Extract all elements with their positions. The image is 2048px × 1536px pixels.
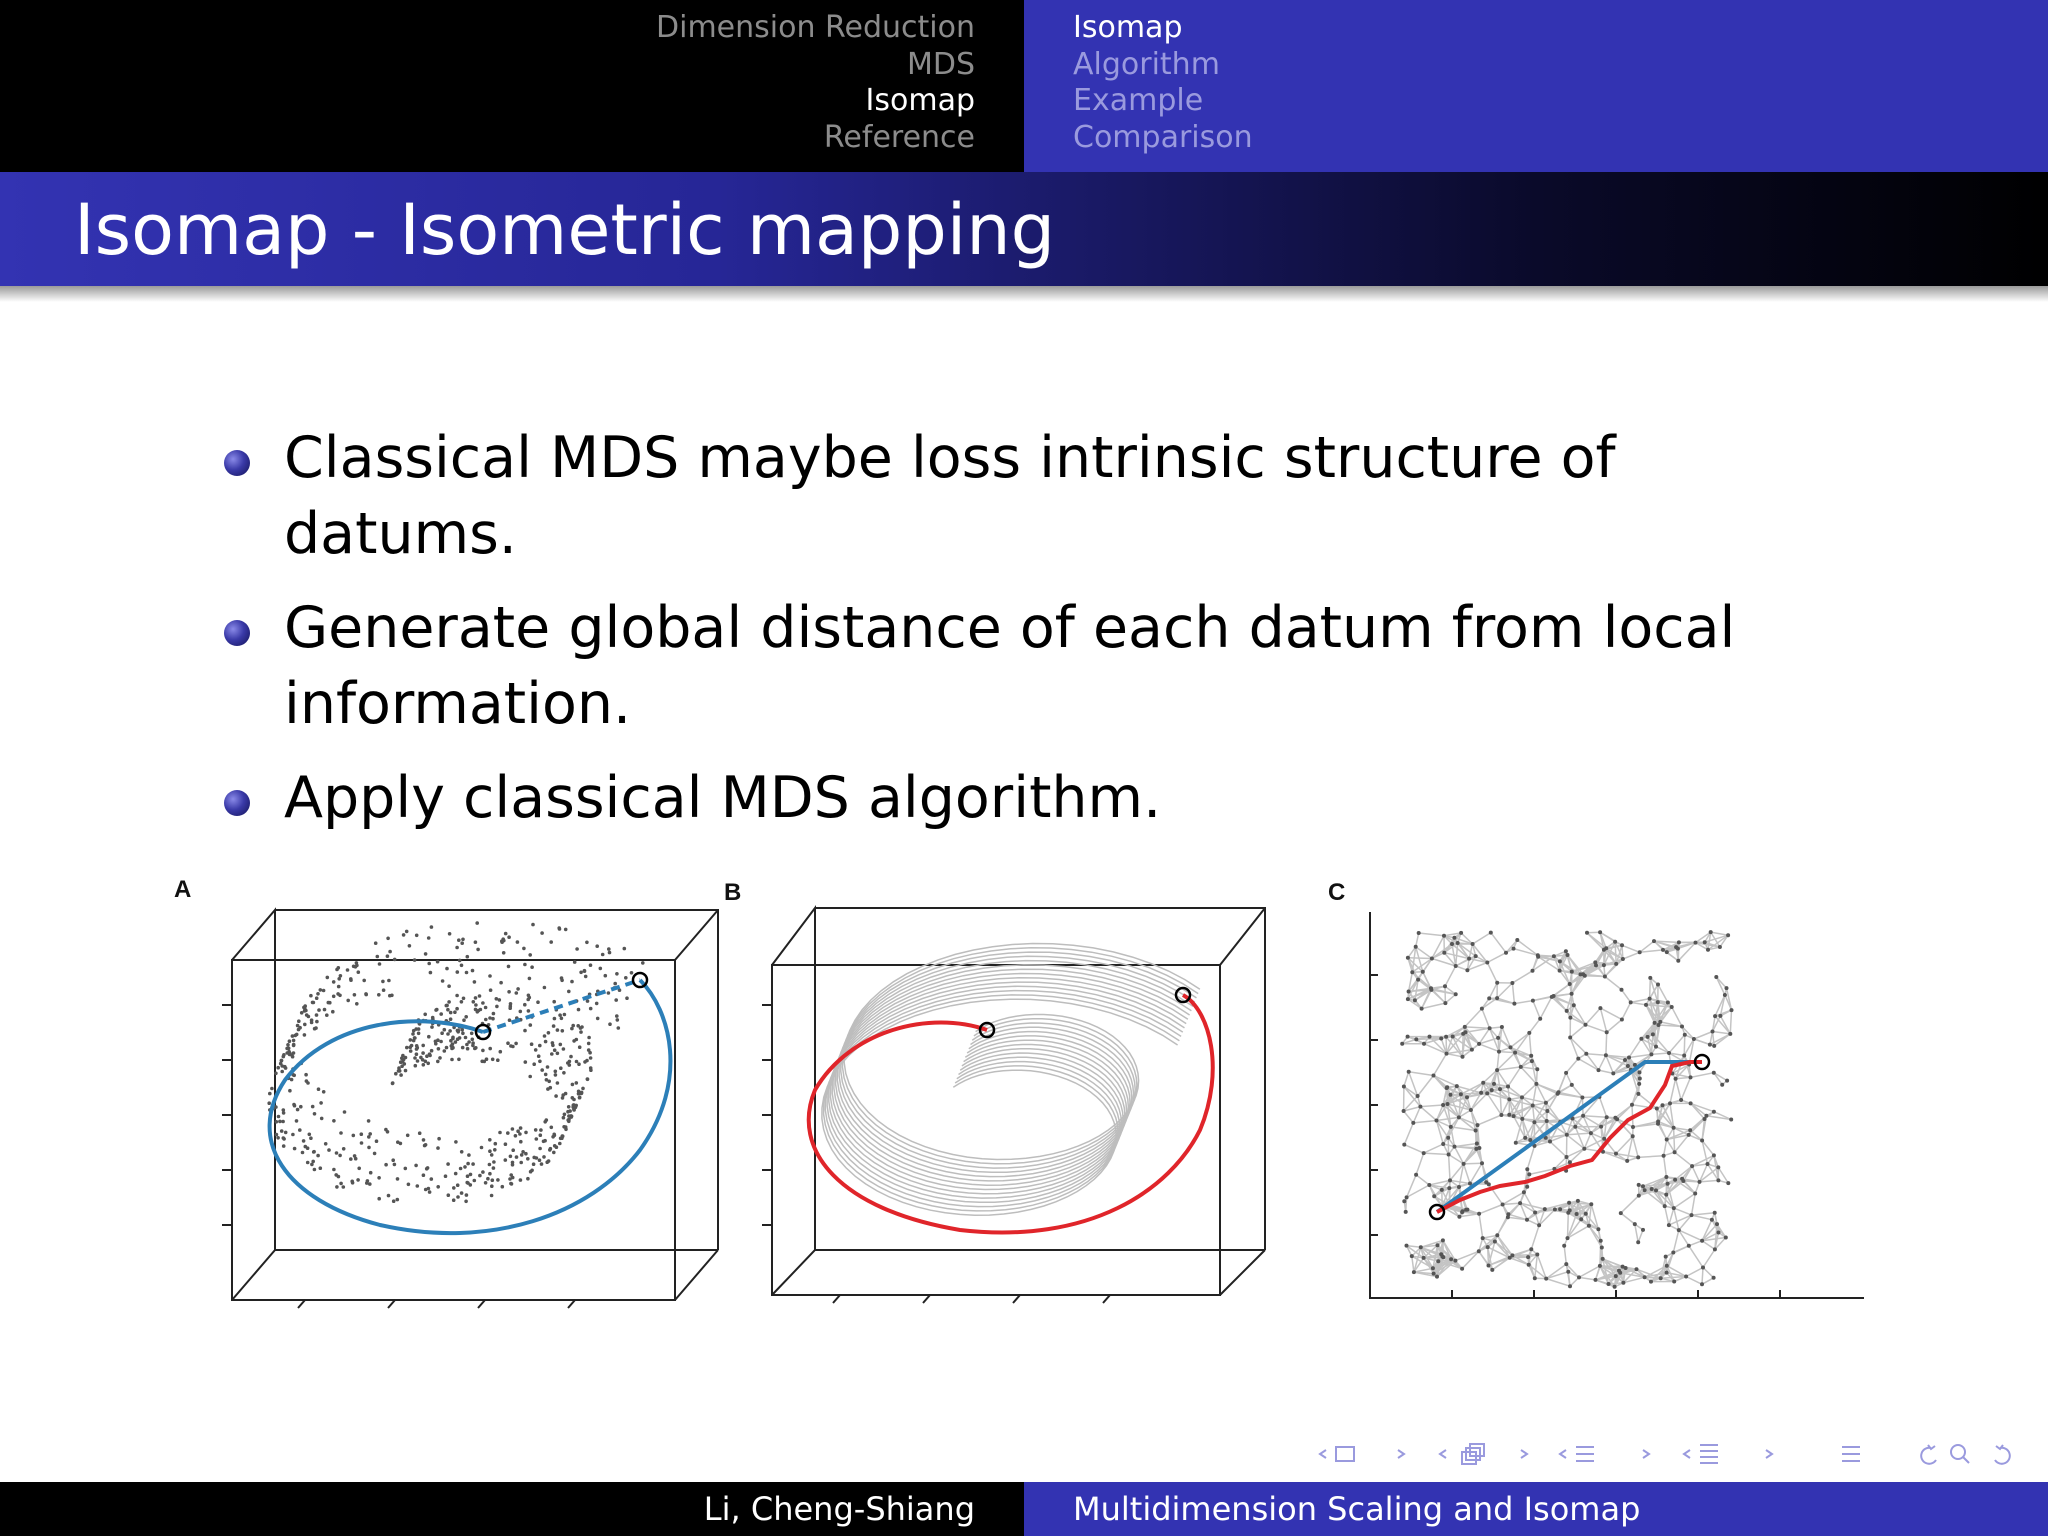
undo-icon[interactable] [1994, 1444, 2011, 1465]
section-icon[interactable] [1700, 1444, 1718, 1464]
section-icon[interactable] [1576, 1446, 1594, 1462]
undo-icon[interactable] [1920, 1444, 1937, 1465]
arrow-left-icon[interactable] [1438, 1449, 1447, 1459]
bullet-item: Generate global distance of each datum f… [222, 590, 1822, 742]
panel-a: A [174, 876, 719, 1309]
bullet-ball-icon [224, 620, 250, 646]
bullet-list: Classical MDS maybe loss intrinsic struc… [222, 420, 1822, 854]
panel-c: C [1328, 879, 1864, 1299]
header-subsections-panel: Isomap Algorithm Example Comparison [1024, 0, 2048, 172]
bullet-item: Apply classical MDS algorithm. [222, 760, 1822, 836]
bullet-text: Classical MDS maybe loss intrinsic struc… [284, 425, 1616, 567]
arrow-right-icon[interactable] [1765, 1449, 1774, 1459]
nav-subsection-algorithm[interactable]: Algorithm [1073, 47, 1253, 84]
panel-a-label: A [174, 876, 191, 903]
panel-b: B [724, 879, 1266, 1304]
subsection-icon[interactable] [1461, 1443, 1485, 1465]
arrow-left-icon[interactable] [1318, 1449, 1327, 1459]
search-icon[interactable] [1950, 1444, 1970, 1464]
nav-subsection-comparison[interactable]: Comparison [1073, 120, 1253, 157]
nav-subsection-example[interactable]: Example [1073, 83, 1253, 120]
bullet-ball-icon [224, 790, 250, 816]
subsection-nav: Isomap Algorithm Example Comparison [1073, 10, 1253, 156]
footer-title: Multidimension Scaling and Isomap [1073, 1490, 1641, 1528]
nav-section-mds[interactable]: MDS [656, 47, 975, 84]
title-bar: Isomap - Isometric mapping [0, 172, 2048, 286]
slide-title: Isomap - Isometric mapping [74, 189, 1056, 271]
section-nav: Dimension Reduction MDS Isomap Reference [656, 10, 1024, 156]
nav-subsection-isomap[interactable]: Isomap [1073, 10, 1253, 47]
arrow-right-icon[interactable] [1397, 1449, 1406, 1459]
title-shadow [0, 286, 2048, 302]
arrow-right-icon[interactable] [1520, 1449, 1529, 1459]
bullet-ball-icon [224, 450, 250, 476]
bullet-text: Apply classical MDS algorithm. [284, 765, 1162, 831]
nav-section-reference[interactable]: Reference [656, 120, 975, 157]
appendix-icon[interactable] [1842, 1446, 1860, 1462]
bullet-text: Generate global distance of each datum f… [284, 595, 1736, 737]
nav-section-dimension-reduction[interactable]: Dimension Reduction [656, 10, 975, 47]
nav-section-isomap[interactable]: Isomap [656, 83, 975, 120]
bullet-item: Classical MDS maybe loss intrinsic struc… [222, 420, 1822, 572]
footer-left: Li, Cheng-Shiang [0, 1482, 1024, 1536]
beamer-navigation [1316, 1432, 2036, 1476]
header-sections-panel: Dimension Reduction MDS Isomap Reference [0, 0, 1024, 172]
arrow-left-icon[interactable] [1682, 1449, 1691, 1459]
panel-c-label: C [1328, 879, 1345, 906]
arrow-left-icon[interactable] [1558, 1449, 1567, 1459]
arrow-right-icon[interactable] [1642, 1449, 1651, 1459]
figure-svg: A B C [174, 876, 1864, 1309]
footer-right: Multidimension Scaling and Isomap [1024, 1482, 2048, 1536]
isomap-figure: A B C [170, 870, 1880, 1314]
footer-author: Li, Cheng-Shiang [703, 1490, 975, 1528]
panel-b-label: B [724, 879, 741, 906]
frame-icon[interactable] [1335, 1446, 1355, 1462]
